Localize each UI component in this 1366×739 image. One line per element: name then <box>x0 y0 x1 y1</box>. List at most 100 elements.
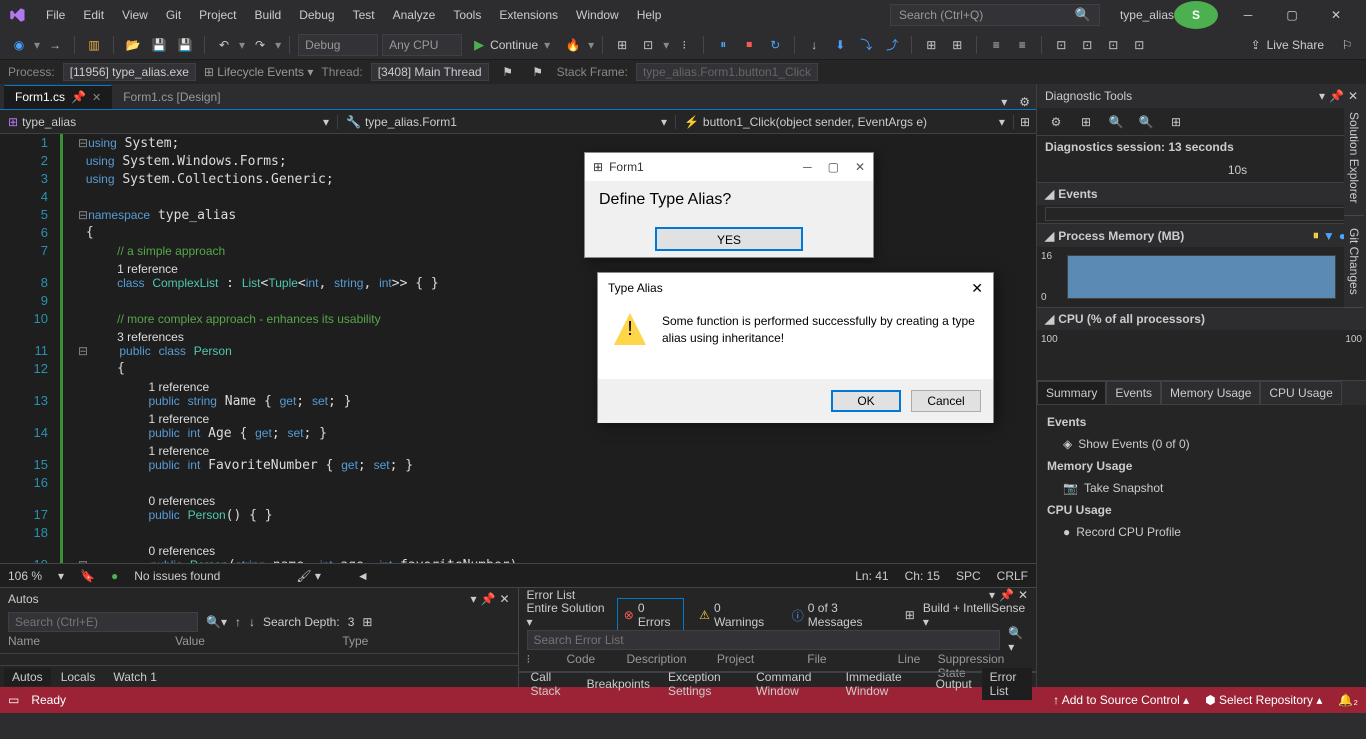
save-all-icon[interactable]: 💾 <box>174 34 196 56</box>
tab-memory[interactable]: Memory Usage <box>1161 381 1260 405</box>
tab-output[interactable]: Output <box>928 675 980 693</box>
tab-immediate[interactable]: Immediate Window <box>838 668 926 700</box>
tab-command[interactable]: Command Window <box>748 668 836 700</box>
menu-file[interactable]: File <box>38 4 73 26</box>
notifications-icon[interactable]: 🔔₂ <box>1338 693 1358 707</box>
step-over-icon[interactable]: ⤵ <box>855 34 877 56</box>
split-icon[interactable]: ⊞ <box>1014 115 1036 129</box>
diag-memory-header[interactable]: ◢Process Memory (MB)⏸▼●P <box>1037 223 1366 247</box>
menu-git[interactable]: Git <box>158 4 189 26</box>
warnings-filter[interactable]: ⚠0 Warnings <box>692 598 777 632</box>
close-icon[interactable]: ✕ <box>92 91 101 104</box>
nav-down-icon[interactable]: ↓ <box>249 615 255 629</box>
toolbar-icon[interactable]: ⊞ <box>362 615 372 629</box>
step-into-icon[interactable]: ⬇ <box>829 34 851 56</box>
class-dropdown[interactable]: 🔧type_alias.Form1▾ <box>338 115 676 129</box>
undo-icon[interactable]: ↶ <box>213 34 235 56</box>
config-combo[interactable]: Debug <box>298 34 378 56</box>
ok-button[interactable]: OK <box>831 390 901 412</box>
autos-search[interactable] <box>8 612 198 632</box>
brush-icon[interactable]: 🖌 ▾ <box>296 569 321 583</box>
messages-filter[interactable]: ⓘ0 of 3 Messages <box>785 598 897 632</box>
nav-fwd-icon[interactable]: → <box>44 34 66 56</box>
pin-icon[interactable]: 📌 <box>480 592 495 606</box>
toolbar-icon[interactable]: ⊞ <box>1165 111 1187 133</box>
tab-git-changes[interactable]: Git Changes <box>1344 216 1364 308</box>
issues-status[interactable]: No issues found <box>134 569 220 583</box>
menu-test[interactable]: Test <box>345 4 383 26</box>
zoom-level[interactable]: 106 % <box>8 569 42 583</box>
toolbar-icon[interactable]: ⊡ <box>1128 34 1150 56</box>
process-combo[interactable]: [11956] type_alias.exe <box>63 63 196 81</box>
menu-view[interactable]: View <box>114 4 156 26</box>
tag-icon[interactable]: 🔖 <box>80 569 95 583</box>
record-cpu-link[interactable]: ●Record CPU Profile <box>1047 521 1356 543</box>
gear-icon[interactable]: ⚙ <box>1045 111 1067 133</box>
tab-dropdown-icon[interactable]: ▾ <box>995 95 1013 109</box>
new-icon[interactable]: ▥ <box>83 34 105 56</box>
platform-combo[interactable]: Any CPU <box>382 34 462 56</box>
close-icon[interactable]: ✕ <box>971 280 983 297</box>
step-icon[interactable]: ↓ <box>803 34 825 56</box>
zoom-in-icon[interactable]: 🔍 <box>1105 111 1127 133</box>
tab-breakpoints[interactable]: Breakpoints <box>579 675 658 693</box>
yes-button[interactable]: YES <box>655 227 803 251</box>
close-icon[interactable]: ✕ <box>855 160 865 174</box>
source-control-button[interactable]: ↑ Add to Source Control ▴ <box>1053 693 1189 707</box>
toolbar-icon[interactable]: ≡ <box>1011 34 1033 56</box>
tab-summary[interactable]: Summary <box>1037 381 1106 405</box>
toolbar-icon[interactable]: ⊞ <box>946 34 968 56</box>
save-icon[interactable]: 💾 <box>148 34 170 56</box>
menu-build[interactable]: Build <box>247 4 290 26</box>
redo-icon[interactable]: ↷ <box>249 34 271 56</box>
toolbar-icon[interactable]: ⊞ <box>920 34 942 56</box>
stop-icon[interactable]: ⏹ <box>738 34 760 56</box>
tab-events[interactable]: Events <box>1106 381 1161 405</box>
flag-icon[interactable]: ⚑ <box>527 61 549 83</box>
minimize-button[interactable]: ─ <box>1226 1 1270 29</box>
show-events-link[interactable]: ◈Show Events (0 of 0) <box>1047 433 1356 455</box>
menu-edit[interactable]: Edit <box>75 4 112 26</box>
toolbar-icon[interactable]: ⊞ <box>905 608 915 622</box>
global-search[interactable]: Search (Ctrl+Q)🔍 <box>890 4 1100 26</box>
zoom-out-icon[interactable]: 🔍 <box>1135 111 1157 133</box>
tab-form1-design[interactable]: Form1.cs [Design] <box>112 85 231 109</box>
toolbar-icon[interactable]: ⊞ <box>1075 111 1097 133</box>
menu-extensions[interactable]: Extensions <box>491 4 566 26</box>
errorlist-search[interactable] <box>527 630 1001 650</box>
search-icon[interactable]: 🔍▾ <box>206 615 227 629</box>
toolbar-icon[interactable]: ⊡ <box>1102 34 1124 56</box>
tab-solution-explorer[interactable]: Solution Explorer <box>1344 100 1364 216</box>
user-avatar[interactable]: S <box>1174 1 1218 29</box>
scope-combo[interactable]: Entire Solution ▾ <box>527 601 609 629</box>
menu-analyze[interactable]: Analyze <box>385 4 444 26</box>
pause-icon[interactable]: ⏸ <box>712 34 734 56</box>
close-icon[interactable]: ✕ <box>499 592 509 606</box>
dropdown-icon[interactable]: ▾ <box>989 588 995 602</box>
pin-icon[interactable]: 📌 <box>1329 89 1344 103</box>
step-out-icon[interactable]: ⤴ <box>881 34 903 56</box>
maximize-button[interactable]: ▢ <box>1270 1 1314 29</box>
pin-icon[interactable]: 📌 <box>71 90 86 104</box>
dropdown-icon[interactable]: ▾ <box>1319 89 1325 103</box>
open-icon[interactable]: 📂 <box>122 34 144 56</box>
depth-combo[interactable]: 3 <box>348 615 355 629</box>
feedback-icon[interactable]: ⚐ <box>1336 34 1358 56</box>
tab-autos[interactable]: Autos <box>4 668 51 686</box>
line-ending[interactable]: CRLF <box>997 569 1028 583</box>
toolbar-icon[interactable]: ≡ <box>985 34 1007 56</box>
toolbar-icon[interactable]: ⁝ <box>673 34 695 56</box>
maximize-icon[interactable]: ▢ <box>828 160 839 174</box>
nav-back-icon[interactable]: ◉ <box>8 34 30 56</box>
minimize-icon[interactable]: ─ <box>803 160 812 174</box>
restart-icon[interactable]: ↻ <box>764 34 786 56</box>
tab-form1-cs[interactable]: Form1.cs📌✕ <box>4 85 112 109</box>
cancel-button[interactable]: Cancel <box>911 390 981 412</box>
build-combo[interactable]: Build + IntelliSense ▾ <box>923 601 1028 629</box>
menu-tools[interactable]: Tools <box>445 4 489 26</box>
tab-exceptions[interactable]: Exception Settings <box>660 668 746 700</box>
indent-mode[interactable]: SPC <box>956 569 981 583</box>
close-button[interactable]: ✕ <box>1314 1 1358 29</box>
diag-cpu-header[interactable]: ◢CPU (% of all processors) <box>1037 307 1366 330</box>
gear-icon[interactable]: ⚙ <box>1013 95 1036 109</box>
